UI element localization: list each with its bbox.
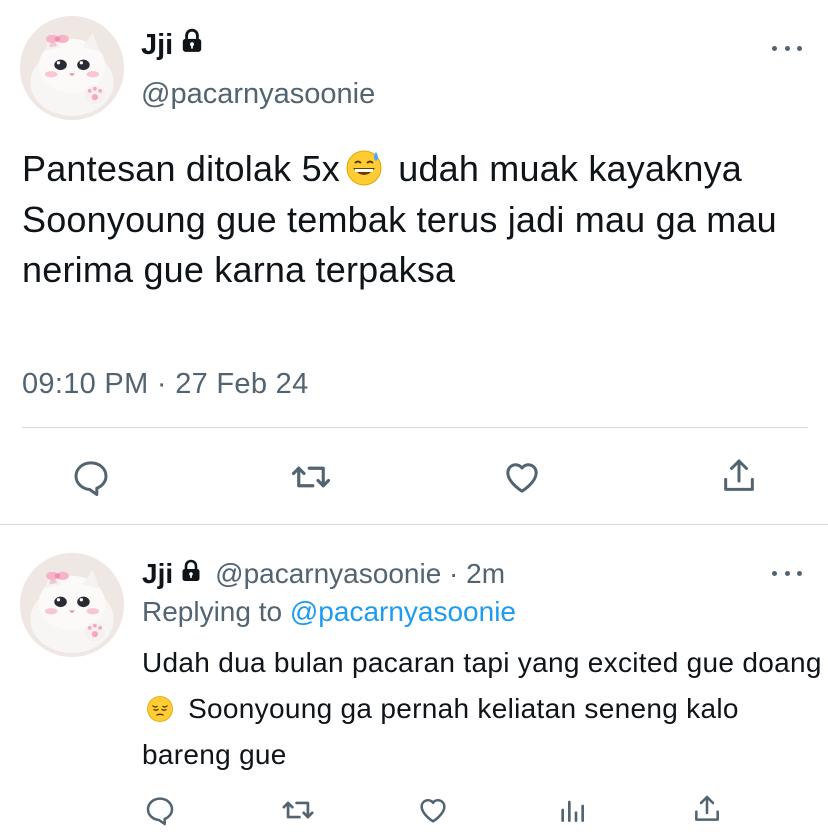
user-handle[interactable]: @pacarnyasoonie — [141, 78, 375, 111]
share-icon[interactable] — [685, 788, 729, 830]
reply-icon[interactable] — [66, 455, 116, 499]
replying-to: Replying to @pacarnyasoonie — [142, 596, 516, 628]
tweet-text-part1: Pantesan ditolak 5x — [22, 148, 341, 189]
lock-icon — [179, 28, 205, 62]
like-icon[interactable] — [411, 790, 455, 830]
reply-icon[interactable] — [138, 790, 182, 830]
reply-header: Jji @pacarnyasoonie · 2m — [142, 558, 505, 590]
replying-to-link[interactable]: @pacarnyasoonie — [290, 596, 516, 627]
timestamp[interactable]: 09:10 PM · 27 Feb 24 — [22, 368, 309, 401]
reply-text: Udah dua bulan pacaran tapi yang excited… — [142, 640, 822, 778]
more-options-icon[interactable] — [772, 563, 802, 583]
display-name-text: Jji — [141, 28, 174, 61]
cat-avatar-image — [20, 553, 124, 657]
retweet-icon[interactable] — [276, 790, 320, 830]
tweet-text: Pantesan ditolak 5x udah muak kayaknya S… — [22, 144, 812, 296]
lock-icon — [179, 558, 203, 590]
reply-text-part2: Soonyoung ga pernah keliatan seneng kalo… — [142, 693, 739, 770]
like-icon[interactable] — [497, 455, 547, 499]
more-options-icon[interactable] — [772, 38, 802, 58]
avatar[interactable] — [20, 16, 124, 120]
divider — [22, 427, 808, 428]
reply-avatar[interactable] — [20, 553, 124, 657]
grinning-sweat-emoji — [344, 147, 384, 187]
section-divider — [0, 524, 828, 525]
share-icon[interactable] — [714, 453, 764, 499]
retweet-icon[interactable] — [286, 455, 336, 499]
reply-text-part1: Udah dua bulan pacaran tapi yang excited… — [142, 647, 822, 678]
pensive-emoji — [146, 691, 174, 722]
reply-display-name[interactable]: Jji — [142, 558, 173, 590]
replying-to-prefix: Replying to — [142, 596, 290, 627]
cat-avatar-image — [20, 16, 124, 120]
analytics-icon[interactable] — [550, 790, 594, 830]
reply-handle-time[interactable]: @pacarnyasoonie · 2m — [215, 558, 505, 590]
display-name[interactable]: Jji — [141, 28, 205, 62]
